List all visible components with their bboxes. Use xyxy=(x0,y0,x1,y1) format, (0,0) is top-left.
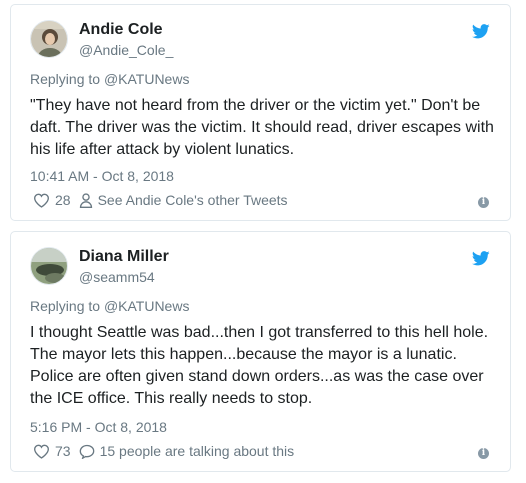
heart-icon xyxy=(33,444,50,459)
reply-context: Replying to @KATUNews xyxy=(30,298,189,314)
info-icon[interactable]: i xyxy=(478,197,489,208)
tweet-card[interactable]: Andie Cole @Andie_Cole_ Replying to @KAT… xyxy=(10,4,511,221)
tweet-card[interactable]: Diana Miller @seamm54 Replying to @KATUN… xyxy=(10,231,511,472)
conversation-link[interactable]: 15 people are talking about this xyxy=(79,443,295,459)
like-count: 73 xyxy=(55,443,71,459)
tweet-timestamp[interactable]: 10:41 AM - Oct 8, 2018 xyxy=(30,168,174,184)
tweet-text: "They have not heard from the driver or … xyxy=(30,97,494,158)
heart-icon xyxy=(33,193,50,208)
tweet-text: I thought Seattle was bad...then I got t… xyxy=(30,324,489,407)
reply-mention-link[interactable]: @KATUNews xyxy=(104,298,190,314)
avatar[interactable] xyxy=(30,20,68,58)
other-tweets-link[interactable]: See Andie Cole's other Tweets xyxy=(79,192,288,208)
author-name[interactable]: Andie Cole xyxy=(79,21,163,39)
tweet-actions: 28 See Andie Cole's other Tweets xyxy=(33,192,296,208)
twitter-bird-icon[interactable] xyxy=(472,24,490,39)
author-name[interactable]: Diana Miller xyxy=(79,248,169,266)
comment-icon xyxy=(79,444,94,459)
avatar[interactable] xyxy=(30,247,68,285)
person-icon xyxy=(79,192,92,208)
like-count: 28 xyxy=(55,192,71,208)
reply-context: Replying to @KATUNews xyxy=(30,71,189,87)
conversation-label: 15 people are talking about this xyxy=(99,443,295,459)
reply-mention-link[interactable]: @KATUNews xyxy=(104,71,190,87)
other-tweets-label: See Andie Cole's other Tweets xyxy=(97,192,288,208)
author-handle[interactable]: @seamm54 xyxy=(79,269,155,285)
info-icon[interactable]: i xyxy=(478,448,489,459)
reply-prefix: Replying to xyxy=(30,298,101,314)
reply-prefix: Replying to xyxy=(30,71,101,87)
twitter-bird-icon[interactable] xyxy=(472,251,490,266)
tweet-actions: 73 15 people are talking about this xyxy=(33,443,302,459)
like-button[interactable]: 73 xyxy=(33,443,71,459)
tweet-timestamp[interactable]: 5:16 PM - Oct 8, 2018 xyxy=(30,419,167,435)
author-handle[interactable]: @Andie_Cole_ xyxy=(79,42,173,58)
like-button[interactable]: 28 xyxy=(33,192,71,208)
